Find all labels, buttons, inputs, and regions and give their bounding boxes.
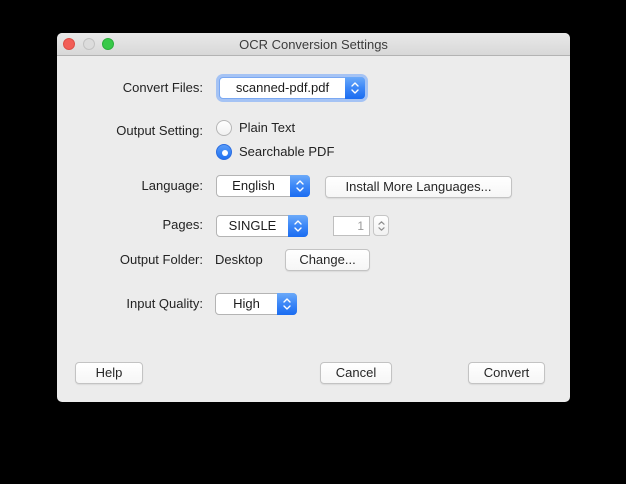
output-folder-label: Output Folder: [57, 249, 203, 271]
pages-value: SINGLE [217, 216, 288, 236]
radio-selected-icon[interactable] [216, 144, 232, 160]
popup-stepper-cap [288, 215, 308, 237]
popup-stepper-cap [277, 293, 297, 315]
input-quality-value: High [216, 294, 277, 314]
help-button[interactable]: Help [75, 362, 143, 384]
input-quality-label: Input Quality: [57, 293, 203, 315]
convert-files-value: scanned-pdf.pdf [220, 78, 345, 98]
output-folder-value: Desktop [215, 249, 263, 271]
page-number-stepper[interactable] [373, 215, 389, 236]
chevron-down-icon [378, 227, 385, 231]
title-bar: OCR Conversion Settings [57, 33, 570, 56]
ocr-settings-window: OCR Conversion Settings Convert Files: s… [57, 33, 570, 402]
convert-files-label: Convert Files: [57, 77, 203, 99]
pages-label: Pages: [57, 214, 203, 236]
chevron-down-icon [283, 305, 291, 310]
chevron-up-icon [378, 221, 385, 225]
radio-plain-text[interactable]: Plain Text [216, 120, 295, 136]
input-quality-popup[interactable]: High [215, 293, 297, 315]
chevron-up-icon [351, 82, 359, 87]
pages-popup[interactable]: SINGLE [216, 215, 308, 237]
radio-unselected-icon[interactable] [216, 120, 232, 136]
chevron-up-icon [296, 180, 304, 185]
convert-files-popup[interactable]: scanned-pdf.pdf [219, 77, 365, 99]
radio-plain-text-label: Plain Text [239, 120, 295, 136]
chevron-up-icon [283, 298, 291, 303]
radio-searchable-pdf-label: Searchable PDF [239, 144, 334, 160]
chevron-down-icon [296, 187, 304, 192]
language-popup[interactable]: English [216, 175, 310, 197]
chevron-down-icon [294, 227, 302, 232]
popup-stepper-cap [345, 77, 365, 99]
change-folder-button[interactable]: Change... [285, 249, 370, 271]
chevron-down-icon [351, 89, 359, 94]
window-title: OCR Conversion Settings [57, 33, 570, 56]
language-value: English [217, 176, 290, 196]
chevron-up-icon [294, 220, 302, 225]
page-number-field[interactable]: 1 [333, 216, 370, 236]
radio-searchable-pdf[interactable]: Searchable PDF [216, 144, 334, 160]
output-setting-label: Output Setting: [57, 120, 203, 142]
convert-button[interactable]: Convert [468, 362, 545, 384]
install-more-languages-button[interactable]: Install More Languages... [325, 176, 512, 198]
language-label: Language: [57, 175, 203, 197]
cancel-button[interactable]: Cancel [320, 362, 392, 384]
popup-stepper-cap [290, 175, 310, 197]
